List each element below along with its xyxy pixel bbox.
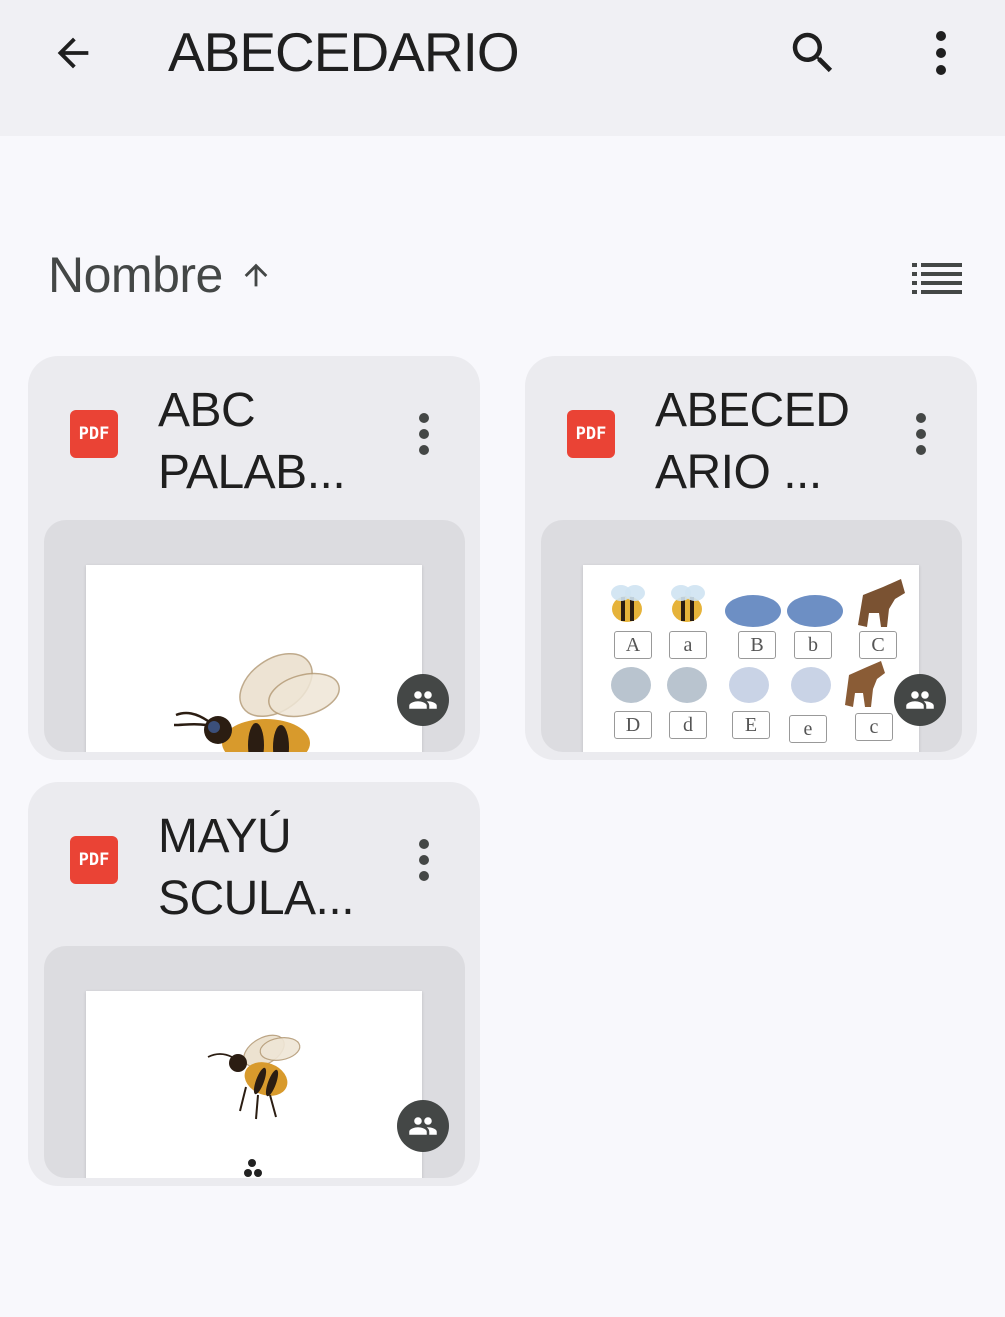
more-vert-icon [419, 839, 429, 881]
letter-card: B [738, 631, 776, 659]
letter-card: D [614, 711, 652, 739]
shared-icon [397, 674, 449, 726]
file-card-header: PDF MAYÚ SCULA... [28, 782, 480, 942]
more-vert-icon [419, 413, 429, 455]
folder-title: ABECEDARIO [168, 21, 520, 83]
letter-card: a [669, 631, 707, 659]
file-more-button[interactable] [901, 408, 941, 460]
letter-card: b [794, 631, 832, 659]
file-card-header: PDF ABECED ARIO ... [525, 356, 977, 516]
pdf-file-icon: PDF [567, 410, 615, 458]
more-vert-icon [936, 31, 946, 75]
file-card[interactable]: PDF ABC PALAB... [28, 356, 480, 760]
letter-card: d [669, 711, 707, 739]
view-toggle-button[interactable] [906, 254, 968, 302]
file-thumbnail[interactable]: A a B b C D d E e c [541, 520, 962, 752]
file-card-header: PDF ABC PALAB... [28, 356, 480, 516]
shared-icon [894, 674, 946, 726]
top-app-bar: ABECEDARIO [0, 0, 1005, 136]
more-vert-icon [916, 413, 926, 455]
back-button[interactable] [40, 22, 106, 84]
list-view-icon [912, 263, 962, 294]
bee-thumbnail-image [86, 565, 422, 752]
file-more-button[interactable] [404, 408, 444, 460]
file-name: ABECED ARIO ... [655, 384, 850, 499]
file-more-button[interactable] [404, 834, 444, 886]
file-name: ABC PALAB... [158, 384, 346, 499]
more-options-button[interactable] [908, 20, 974, 86]
search-icon [792, 32, 833, 73]
file-card[interactable]: PDF MAYÚ SCULA... [28, 782, 480, 1186]
arrow-back-icon [57, 37, 89, 69]
sort-button[interactable]: Nombre [48, 246, 273, 304]
arrow-up-icon [239, 258, 273, 292]
search-button[interactable] [780, 20, 846, 86]
letter-card: e [789, 715, 827, 743]
file-thumbnail[interactable] [44, 520, 465, 752]
pdf-file-icon: PDF [70, 836, 118, 884]
letter-card: C [859, 631, 897, 659]
bee-thumbnail-image [86, 991, 422, 1178]
shared-icon [397, 1100, 449, 1152]
letter-card: c [855, 713, 893, 741]
alphabet-animals-thumbnail-image: A a B b C D d E e c [583, 565, 919, 752]
pdf-file-icon: PDF [70, 410, 118, 458]
letter-card: E [732, 711, 770, 739]
file-card[interactable]: PDF ABECED ARIO ... A a B b C D d E e c [525, 356, 977, 760]
sort-label: Nombre [48, 247, 223, 303]
letter-card: A [614, 631, 652, 659]
file-name: MAYÚ SCULA... [158, 810, 355, 925]
file-thumbnail[interactable] [44, 946, 465, 1178]
